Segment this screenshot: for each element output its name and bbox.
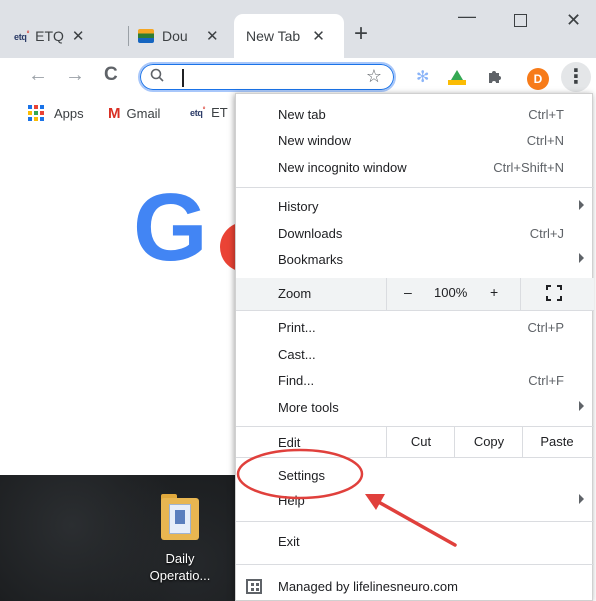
menu-item-downloads[interactable]: Downloads Ctrl+J — [236, 221, 594, 247]
menu-item-new-window[interactable]: New window Ctrl+N — [236, 128, 594, 154]
tab-close-icon[interactable]: ✕ — [206, 27, 219, 45]
search-icon — [150, 68, 164, 85]
chrome-menu-kebab-icon[interactable]: ⋮ — [561, 62, 591, 92]
bookmark-star-icon[interactable]: ☆ — [366, 66, 382, 87]
menu-item-find[interactable]: Find... Ctrl+F — [236, 368, 594, 394]
tab-new-tab[interactable]: New Tab ✕ — [234, 14, 344, 58]
zoom-out-button[interactable]: – — [404, 284, 412, 300]
menu-item-managed-by[interactable]: Managed by lifelinesneuro.com — [236, 572, 594, 601]
bookmark-apps[interactable]: Apps — [28, 105, 84, 121]
menu-divider — [236, 457, 594, 458]
snowflake-extension-icon[interactable]: ✻ — [416, 67, 429, 87]
zoom-in-button[interactable]: + — [490, 284, 498, 300]
menu-item-exit[interactable]: Exit — [236, 529, 594, 555]
tab-label: New Tab — [246, 28, 301, 44]
submenu-arrow-icon — [579, 253, 584, 263]
menu-edit-row: Edit Cut Copy Paste — [236, 427, 594, 457]
menu-item-history[interactable]: History — [236, 194, 594, 220]
menu-item-new-tab[interactable]: New tab Ctrl+T — [236, 102, 594, 128]
zoom-level: 100% — [434, 285, 468, 300]
omnibox[interactable]: ☆ — [138, 62, 396, 92]
menu-item-new-incognito-window[interactable]: New incognito window Ctrl+Shift+N — [236, 155, 594, 181]
google-drive-icon[interactable] — [448, 70, 466, 85]
toolbar: ← → C ☆ ✻ D ⋮ — [0, 58, 596, 98]
building-icon — [246, 579, 262, 594]
desktop-folder-label[interactable]: Daily Operatio... — [140, 550, 220, 584]
browser-screenshot: etq° ETQ ✕ Dou ✕ New Tab ✕ + — ✕ ← → C ☆ — [0, 0, 596, 601]
close-window-button[interactable]: ✕ — [566, 10, 581, 31]
menu-divider — [236, 310, 594, 311]
tab-strip: etq° ETQ ✕ Dou ✕ New Tab ✕ + — ✕ — [0, 0, 596, 58]
bookmark-label: Apps — [54, 105, 84, 121]
tab-close-icon[interactable]: ✕ — [312, 27, 325, 45]
tab-label: ETQ — [35, 28, 64, 44]
cut-button[interactable]: Cut — [388, 434, 454, 449]
menu-item-more-tools[interactable]: More tools — [236, 395, 594, 421]
chrome-main-menu: New tab Ctrl+T New window Ctrl+N New inc… — [235, 93, 594, 601]
bookmark-etq[interactable]: etq° ET — [190, 105, 228, 120]
folder-icon[interactable] — [161, 494, 199, 540]
menu-divider — [236, 521, 594, 522]
maximize-button[interactable] — [514, 14, 527, 27]
paste-button[interactable]: Paste — [524, 434, 590, 449]
etq-favicon-icon: etq° — [14, 30, 30, 42]
back-arrow-icon[interactable]: ← — [28, 64, 48, 87]
bookmark-gmail[interactable]: M Gmail — [108, 105, 160, 122]
etq-icon: etq° — [190, 107, 206, 118]
address-input[interactable] — [184, 67, 364, 89]
stack-icon — [138, 29, 154, 43]
menu-item-help[interactable]: Help — [236, 488, 594, 514]
apps-grid-icon — [28, 105, 44, 121]
menu-divider — [236, 187, 594, 188]
forward-arrow-icon[interactable]: → — [65, 64, 85, 87]
google-logo: G — [133, 174, 208, 281]
bookmark-label: ET — [211, 105, 228, 120]
tab-etq[interactable]: etq° ETQ ✕ — [14, 14, 126, 58]
tab-separator — [128, 26, 129, 46]
minimize-button[interactable]: — — [458, 6, 476, 27]
submenu-arrow-icon — [579, 200, 584, 210]
menu-item-settings[interactable]: Settings — [236, 463, 594, 489]
menu-item-print[interactable]: Print... Ctrl+P — [236, 315, 594, 341]
new-tab-button[interactable]: + — [354, 22, 368, 46]
menu-item-bookmarks[interactable]: Bookmarks — [236, 247, 594, 273]
reload-icon[interactable]: C — [104, 64, 118, 86]
menu-divider — [236, 564, 594, 565]
menu-zoom-row: Zoom – 100% + — [236, 278, 594, 310]
fullscreen-icon[interactable] — [546, 285, 562, 301]
menu-item-cast[interactable]: Cast... — [236, 342, 594, 368]
tab-close-icon[interactable]: ✕ — [72, 27, 85, 45]
gmail-icon: M — [108, 105, 121, 122]
copy-button[interactable]: Copy — [456, 434, 522, 449]
tab-dou[interactable]: Dou ✕ — [138, 14, 230, 58]
profile-avatar[interactable]: D — [527, 68, 549, 90]
bookmark-label: Gmail — [126, 106, 161, 121]
extensions-puzzle-icon[interactable] — [487, 68, 503, 89]
submenu-arrow-icon — [579, 494, 584, 504]
submenu-arrow-icon — [579, 401, 584, 411]
tab-label: Dou — [162, 28, 188, 44]
